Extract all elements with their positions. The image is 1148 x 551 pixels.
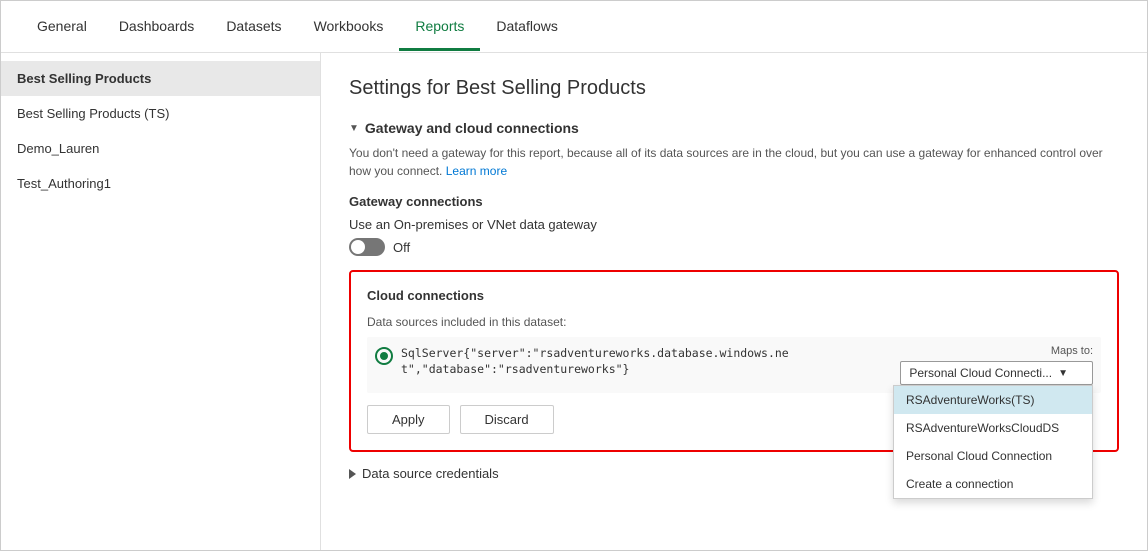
datasource-credentials-label: Data source credentials — [362, 466, 499, 481]
nav-dataflows[interactable]: Dataflows — [480, 4, 573, 51]
datasource-text: SqlServer{"server":"rsadventureworks.dat… — [401, 345, 892, 377]
dropdown-chevron-icon: ▼ — [1058, 368, 1068, 379]
gateway-toggle-row: Use an On-premises or VNet data gateway — [349, 217, 1119, 232]
collapse-triangle-icon[interactable]: ▼ — [349, 123, 359, 134]
page-title: Settings for Best Selling Products — [349, 77, 1119, 100]
sidebar: Best Selling Products Best Selling Produ… — [1, 53, 321, 550]
apply-button[interactable]: Apply — [367, 405, 450, 434]
datasource-check-inner — [380, 352, 388, 360]
dropdown-option-personal-cloud[interactable]: Personal Cloud Connection — [894, 442, 1092, 470]
datasource-check-icon — [375, 347, 393, 365]
nav-dashboards[interactable]: Dashboards — [103, 4, 211, 51]
toggle-state-label: Off — [393, 240, 410, 255]
connection-dropdown-value: Personal Cloud Connecti... — [909, 366, 1052, 380]
gateway-section-header: ▼ Gateway and cloud connections — [349, 120, 1119, 136]
cloud-connections-box: Cloud connections Data sources included … — [349, 270, 1119, 452]
sidebar-item-best-selling-ts[interactable]: Best Selling Products (TS) — [1, 96, 320, 131]
nav-reports[interactable]: Reports — [399, 4, 480, 51]
nav-workbooks[interactable]: Workbooks — [298, 4, 400, 51]
expand-triangle-icon — [349, 469, 356, 479]
sidebar-item-best-selling[interactable]: Best Selling Products — [1, 61, 320, 96]
toggle-knob — [351, 240, 365, 254]
nav-general[interactable]: General — [21, 4, 103, 51]
learn-more-link[interactable]: Learn more — [446, 164, 507, 178]
connection-dropdown-container: Personal Cloud Connecti... ▼ RSAdventure… — [900, 361, 1093, 385]
connection-dropdown[interactable]: Personal Cloud Connecti... ▼ — [900, 361, 1093, 385]
sidebar-item-test-authoring[interactable]: Test_Authoring1 — [1, 166, 320, 201]
gateway-section-title: Gateway and cloud connections — [365, 120, 579, 136]
maps-to-column: Maps to: Personal Cloud Connecti... ▼ RS… — [900, 345, 1093, 385]
content-area: Best Selling Products Best Selling Produ… — [1, 53, 1147, 550]
sidebar-item-demo-lauren[interactable]: Demo_Lauren — [1, 131, 320, 166]
dropdown-option-create-connection[interactable]: Create a connection — [894, 470, 1092, 498]
maps-to-label: Maps to: — [1051, 345, 1093, 357]
gateway-section: ▼ Gateway and cloud connections You don'… — [349, 120, 1119, 481]
cloud-connections-title: Cloud connections — [367, 288, 1101, 303]
toggle-row: Off — [349, 238, 1119, 256]
datasource-label: Data sources included in this dataset: — [367, 315, 1101, 329]
gateway-connections-title: Gateway connections — [349, 194, 1119, 209]
top-navigation: General Dashboards Datasets Workbooks Re… — [1, 1, 1147, 53]
gateway-toggle[interactable] — [349, 238, 385, 256]
nav-datasets[interactable]: Datasets — [210, 4, 297, 51]
gateway-description: You don't need a gateway for this report… — [349, 144, 1119, 180]
main-content: Settings for Best Selling Products ▼ Gat… — [321, 53, 1147, 550]
dropdown-option-rsadventureworks-cloud[interactable]: RSAdventureWorksCloudDS — [894, 414, 1092, 442]
connection-dropdown-menu: RSAdventureWorks(TS) RSAdventureWorksClo… — [893, 385, 1093, 499]
gateway-toggle-label: Use an On-premises or VNet data gateway — [349, 217, 597, 232]
datasource-row: SqlServer{"server":"rsadventureworks.dat… — [367, 337, 1101, 393]
dropdown-option-rsadventureworks-ts[interactable]: RSAdventureWorks(TS) — [894, 386, 1092, 414]
discard-button[interactable]: Discard — [460, 405, 554, 434]
